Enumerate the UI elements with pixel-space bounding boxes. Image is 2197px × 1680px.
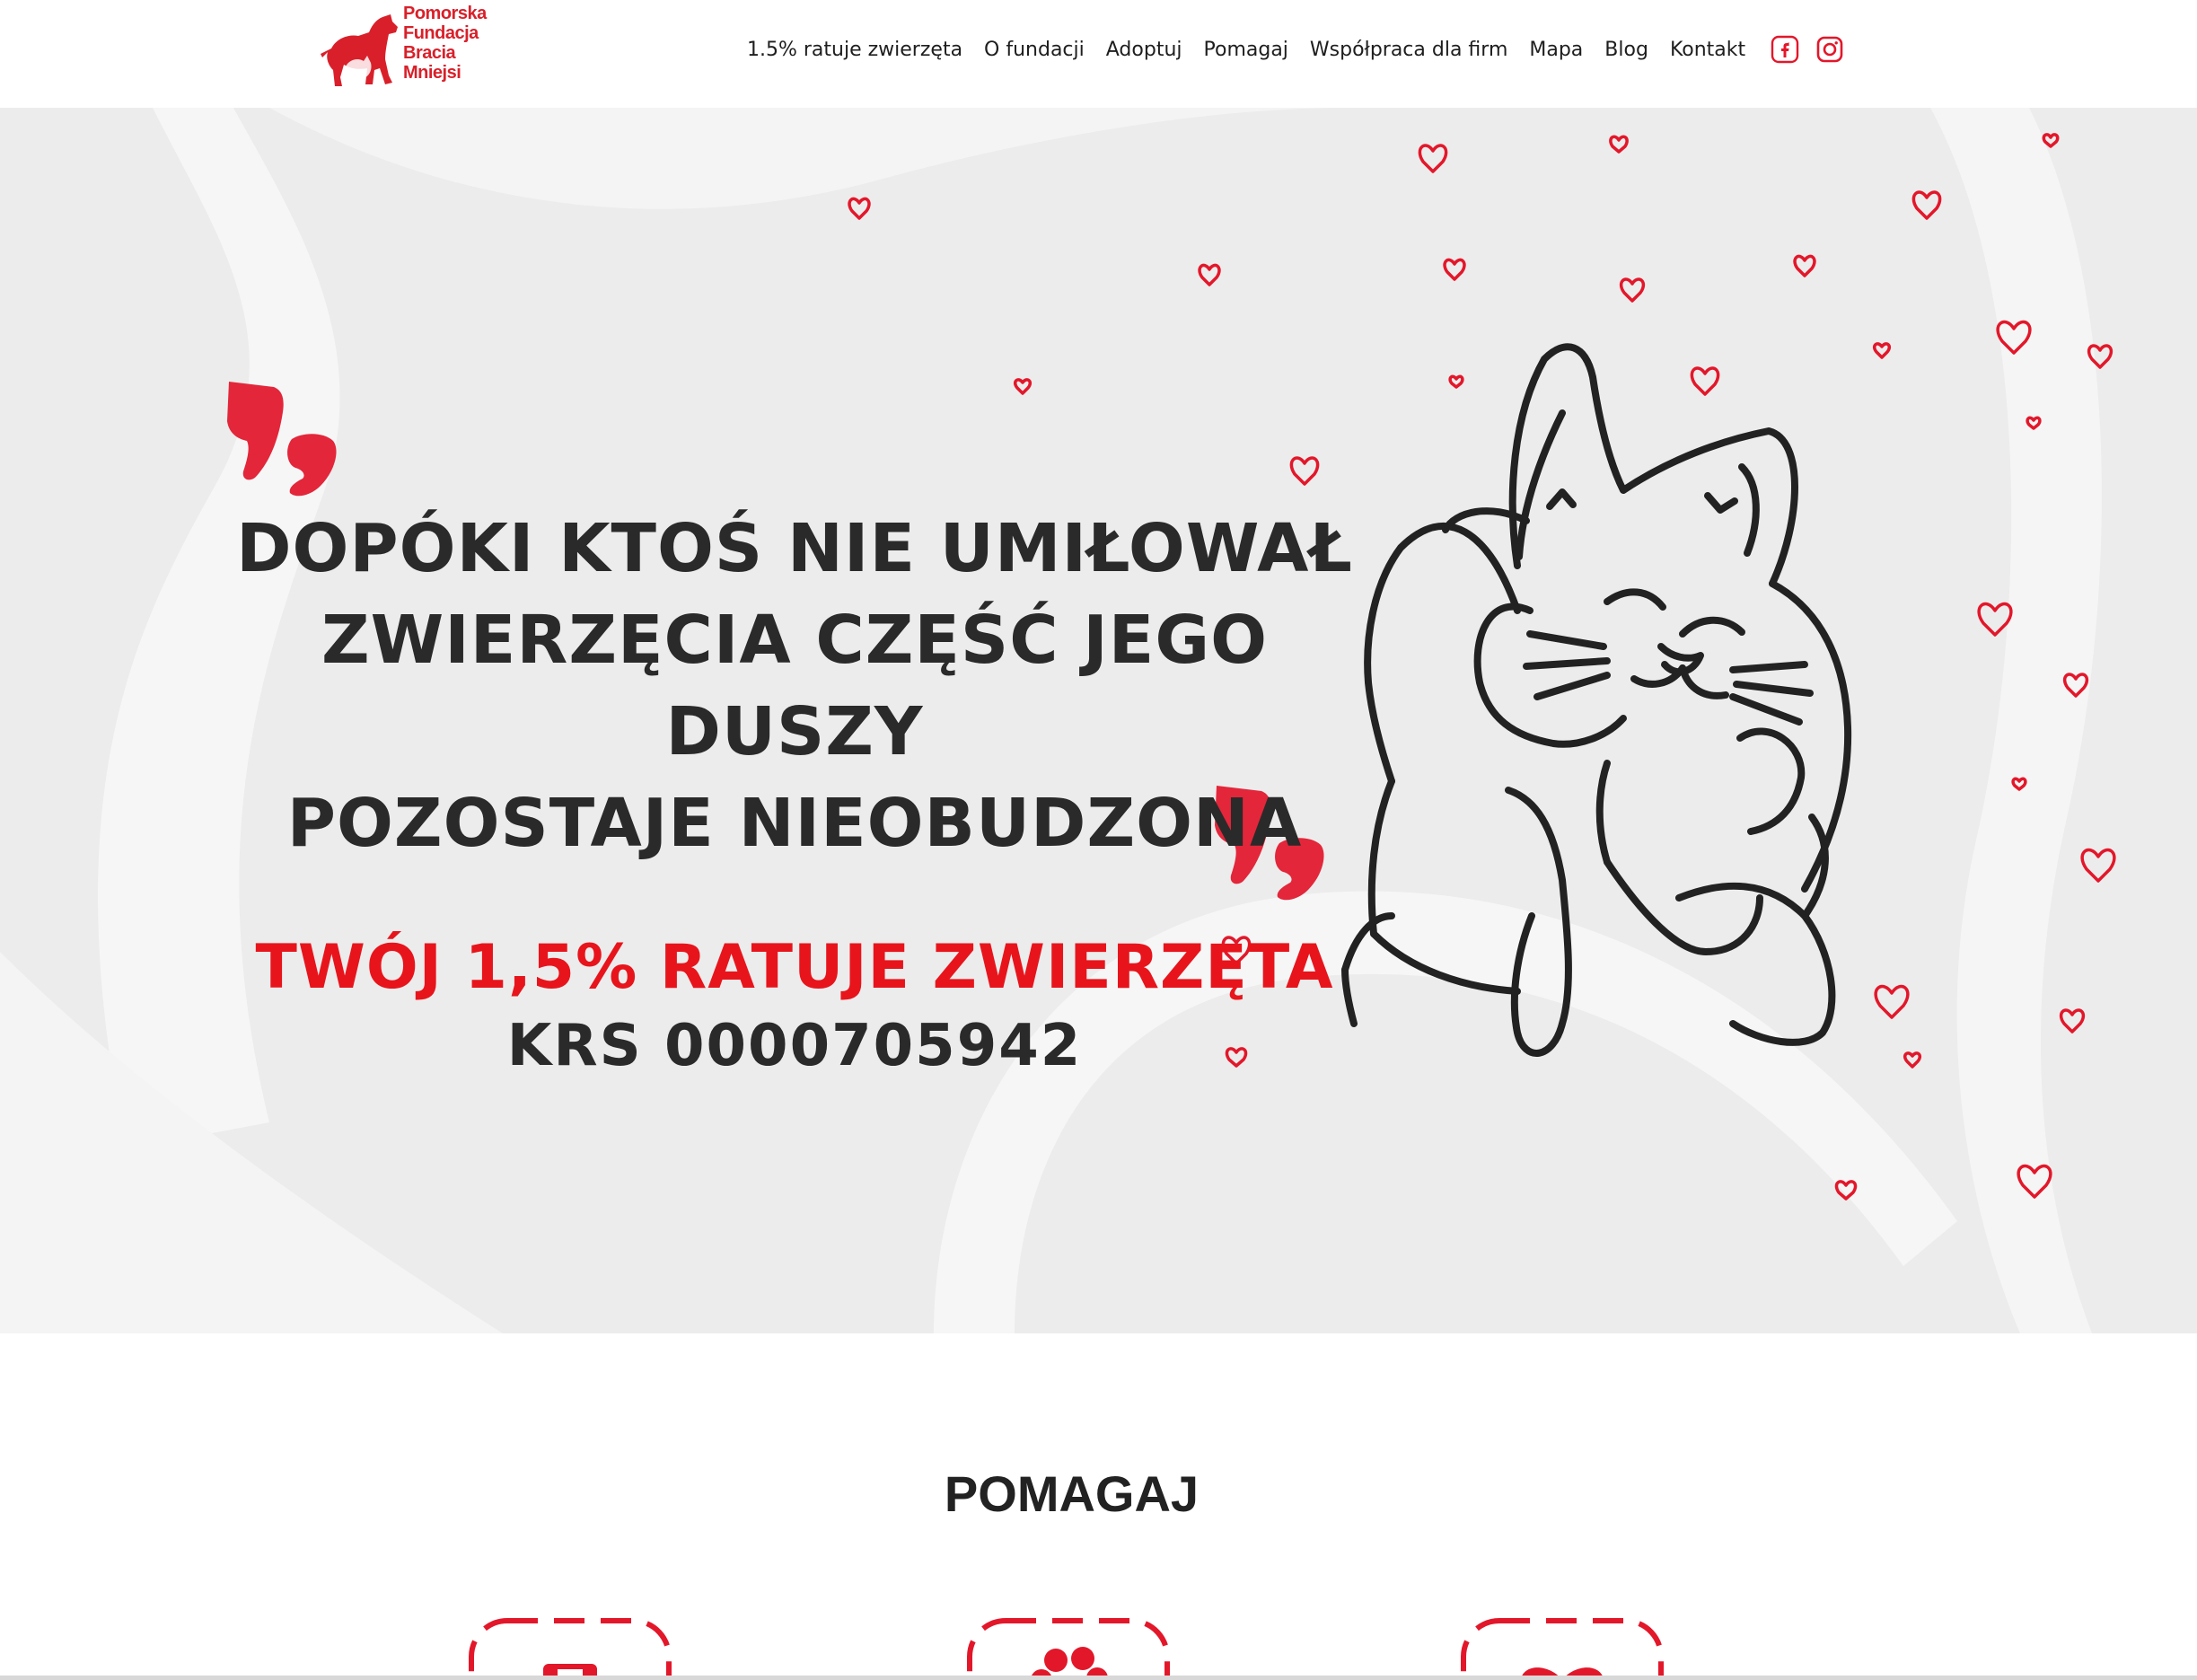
- logo-line: Mniejsi: [403, 63, 461, 83]
- nav-item-wspolpraca[interactable]: Współpraca dla firm: [1299, 39, 1518, 61]
- quote-open-icon: [227, 382, 337, 497]
- nav-item-pomagaj[interactable]: Pomagaj: [1193, 39, 1299, 61]
- page-bottom-border: [0, 1676, 2197, 1680]
- hero-quote: Dopóki ktoś nie umiłował zwierzęcia częś…: [233, 503, 1356, 869]
- nav-item-kontakt[interactable]: Kontakt: [1659, 39, 1756, 61]
- hero-krs-number: KRS 0000705942: [506, 1013, 1083, 1079]
- hero-quote-line: pozostaje nieobudzona: [286, 785, 1303, 862]
- hero-banner: Dopóki ktoś nie umiłował zwierzęcia częś…: [0, 108, 2197, 1333]
- facebook-icon[interactable]: [1771, 35, 1799, 64]
- site-logo[interactable]: Pomorska Fundacja Bracia Mniejsi: [319, 4, 487, 93]
- nav-item-1-5-percent[interactable]: 1.5% ratuje zwierzęta: [736, 39, 973, 61]
- donate-icon[interactable]: [453, 1612, 687, 1680]
- logo-text: Pomorska Fundacja Bracia Mniejsi: [403, 4, 487, 83]
- cat-illustration: [1341, 343, 1852, 1057]
- site-header: Pomorska Fundacja Bracia Mniejsi 1.5% ra…: [0, 0, 2197, 108]
- social-links: [1771, 35, 1844, 64]
- main-nav: 1.5% ratuje zwierzęta O fundacji Adoptuj…: [736, 0, 1844, 99]
- nav-item-blog[interactable]: Blog: [1594, 39, 1659, 61]
- logo-line: Bracia: [403, 43, 456, 63]
- nav-item-o-fundacji[interactable]: O fundacji: [973, 39, 1095, 61]
- hero-quote-line: zwierzęcia część jego duszy: [321, 602, 1269, 770]
- hero-cta-text: Twój 1,5% ratuje zwierzęta: [255, 932, 1334, 1003]
- dog-cat-logo-icon: [321, 14, 398, 86]
- hero-quote-line: Dopóki ktoś nie umiłował: [236, 510, 1353, 587]
- nav-item-mapa[interactable]: Mapa: [1518, 39, 1594, 61]
- logo-line: Pomorska: [403, 4, 487, 23]
- instagram-icon[interactable]: [1815, 35, 1844, 64]
- nav-item-adoptuj[interactable]: Adoptuj: [1095, 39, 1193, 61]
- section-title-pomagaj: POMAGAJ: [944, 1465, 1200, 1523]
- paw-icon[interactable]: [952, 1612, 1185, 1680]
- heart-icon[interactable]: [1446, 1612, 1679, 1680]
- logo-line: Fundacja: [403, 23, 479, 43]
